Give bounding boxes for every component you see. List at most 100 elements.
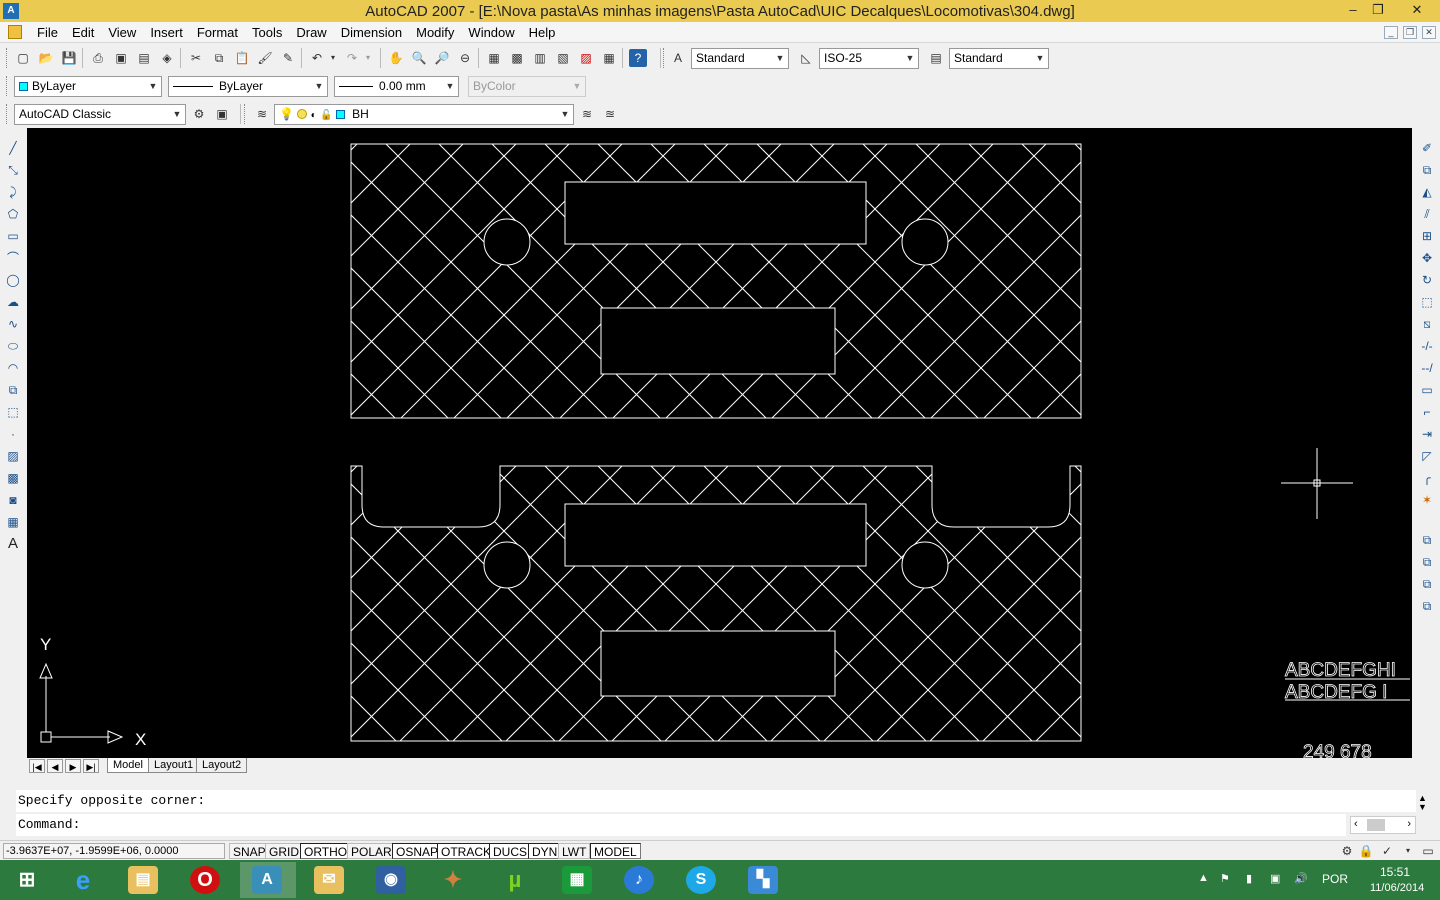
break-icon[interactable]: ⌐ <box>1417 402 1437 422</box>
properties-icon[interactable]: ▦ <box>485 49 503 67</box>
ellipse-icon[interactable]: ⬭ <box>3 336 23 356</box>
chamfer-icon[interactable]: ◸ <box>1417 446 1437 466</box>
language-indicator[interactable]: POR <box>1322 872 1348 886</box>
otrack-toggle[interactable]: OTRACK <box>437 843 496 859</box>
point-icon[interactable]: · <box>3 424 23 444</box>
line-icon[interactable]: ╱ <box>3 138 23 158</box>
redo-dropdown-icon[interactable]: ▾ <box>362 49 374 67</box>
minimize-button[interactable]: – <box>1339 0 1367 20</box>
menu-edit[interactable]: Edit <box>65 25 101 40</box>
start-button[interactable]: ⊞ <box>0 862 56 898</box>
draw-order-front-icon[interactable]: ⧉ <box>1417 530 1437 550</box>
rectangle-icon[interactable]: ▭ <box>3 226 23 246</box>
toolbar-grip[interactable] <box>6 104 9 124</box>
tray-expand-icon[interactable]: ▲ <box>1198 872 1209 884</box>
scroll-right-icon[interactable]: › <box>1407 818 1411 830</box>
action-center-icon[interactable]: ⚑ <box>1220 872 1230 885</box>
document-icon[interactable] <box>8 25 22 39</box>
workspace-save-icon[interactable]: ▣ <box>213 105 231 123</box>
menu-dimension[interactable]: Dimension <box>334 25 409 40</box>
erase-icon[interactable]: ✐ <box>1417 138 1437 158</box>
zoom-realtime-icon[interactable]: 🔍 <box>410 49 428 67</box>
markup-icon[interactable]: ▨ <box>577 49 595 67</box>
join-icon[interactable]: ⇥ <box>1417 424 1437 444</box>
offset-icon[interactable]: ⫽ <box>1417 204 1437 224</box>
plot-style-combo[interactable]: ByColor ▼ <box>468 76 586 97</box>
plot-preview-icon[interactable]: ▣ <box>112 49 130 67</box>
send-under-icon[interactable]: ⧉ <box>1417 596 1437 616</box>
array-icon[interactable]: ⊞ <box>1417 226 1437 246</box>
ducs-toggle[interactable]: DUCS <box>489 843 532 859</box>
tab-layout1[interactable]: Layout1 <box>148 758 200 773</box>
toolbar-grip[interactable] <box>244 104 247 124</box>
model-toggle[interactable]: MODEL <box>590 843 641 859</box>
construction-line-icon[interactable]: ⤡ <box>3 160 23 180</box>
layer-properties-icon[interactable]: ≋ <box>253 105 271 123</box>
scroll-thumb[interactable] <box>1367 819 1385 831</box>
circle-icon[interactable]: ◯ <box>3 270 23 290</box>
taskbar-utorrent[interactable]: µ <box>488 862 544 898</box>
taskbar-autocad[interactable]: A <box>240 862 296 898</box>
ortho-toggle[interactable]: ORTHO <box>300 843 352 859</box>
last-tab-button[interactable]: ▶| <box>83 759 99 773</box>
taskbar-skype[interactable]: S <box>674 862 730 898</box>
multiline-text-icon[interactable]: A <box>3 534 23 554</box>
quickcalc-icon[interactable]: ▦ <box>600 49 618 67</box>
first-tab-button[interactable]: |◀ <box>29 759 45 773</box>
dim-style-icon[interactable]: ◺ <box>797 49 815 67</box>
save-icon[interactable]: 💾 <box>60 49 78 67</box>
command-hscrollbar[interactable]: ‹ › <box>1350 816 1416 834</box>
drawing-canvas[interactable]: X Y ABCDEFGHI ABCDEFG I 249 678 <box>27 128 1412 758</box>
communication-center-icon[interactable]: ⚙ <box>1338 842 1356 860</box>
prev-tab-button[interactable]: ◀ <box>47 759 63 773</box>
publish-icon[interactable]: ▤ <box>135 49 153 67</box>
help-icon[interactable]: ? <box>629 49 647 67</box>
doc-minimize-button[interactable]: _ <box>1384 26 1398 39</box>
taskbar-app[interactable]: ✦ <box>426 862 482 898</box>
new-icon[interactable]: ▢ <box>14 49 32 67</box>
mirror-icon[interactable]: ◭ <box>1417 182 1437 202</box>
redo-icon[interactable]: ↷ <box>343 49 361 67</box>
copy-icon[interactable]: ⧉ <box>210 49 228 67</box>
menu-modify[interactable]: Modify <box>409 25 461 40</box>
toolbar-grip[interactable] <box>6 48 9 68</box>
coordinates-display[interactable]: -3.9637E+07, -1.9599E+06, 0.0000 <box>3 843 225 859</box>
tab-model[interactable]: Model <box>107 758 149 773</box>
scale-icon[interactable]: ⬚ <box>1417 292 1437 312</box>
scroll-left-icon[interactable]: ‹ <box>1354 818 1358 830</box>
next-tab-button[interactable]: ▶ <box>65 759 81 773</box>
grid-toggle[interactable]: GRID <box>265 843 303 859</box>
region-icon[interactable]: ◙ <box>3 490 23 510</box>
menu-window[interactable]: Window <box>461 25 521 40</box>
network-icon[interactable]: ▮ <box>1246 872 1252 885</box>
block-editor-icon[interactable]: ✎ <box>279 49 297 67</box>
plot-icon[interactable]: ⎙ <box>89 49 107 67</box>
spline-icon[interactable]: ∿ <box>3 314 23 334</box>
paste-icon[interactable]: 📋 <box>233 49 251 67</box>
zoom-window-icon[interactable]: 🔎 <box>433 49 451 67</box>
taskbar-explorer[interactable]: ▤ <box>116 862 172 898</box>
stretch-icon[interactable]: ⧅ <box>1417 314 1437 334</box>
3d-dwf-icon[interactable]: ◈ <box>158 49 176 67</box>
volume-icon[interactable]: 🔊 <box>1294 872 1308 885</box>
restore-button[interactable]: ❐ <box>1364 0 1392 20</box>
tab-layout2[interactable]: Layout2 <box>196 758 248 773</box>
tool-palettes-icon[interactable]: ▥ <box>531 49 549 67</box>
hatch-icon[interactable]: ▨ <box>3 446 23 466</box>
menu-draw[interactable]: Draw <box>289 25 333 40</box>
doc-close-button[interactable]: ✕ <box>1422 26 1436 39</box>
text-style-icon[interactable]: A <box>669 49 687 67</box>
table-style-icon[interactable]: ▤ <box>927 49 945 67</box>
taskbar-app2[interactable]: ▚ <box>736 862 792 898</box>
bring-above-icon[interactable]: ⧉ <box>1417 574 1437 594</box>
explode-icon[interactable]: ✶ <box>1417 490 1437 510</box>
menu-view[interactable]: View <box>101 25 143 40</box>
menu-help[interactable]: Help <box>522 25 563 40</box>
workspace-combo[interactable]: AutoCAD Classic ▼ <box>14 104 186 125</box>
taskbar-folder[interactable]: ✉ <box>302 862 358 898</box>
layer-previous-icon[interactable]: ≊ <box>601 105 619 123</box>
system-clock[interactable]: 15:51 11/06/2014 <box>1370 864 1424 896</box>
polyline-icon[interactable]: ⤸ <box>3 182 23 202</box>
fillet-icon[interactable]: ╭ <box>1417 468 1437 488</box>
lock-toolbar-icon[interactable]: 🔒 <box>1357 842 1375 860</box>
